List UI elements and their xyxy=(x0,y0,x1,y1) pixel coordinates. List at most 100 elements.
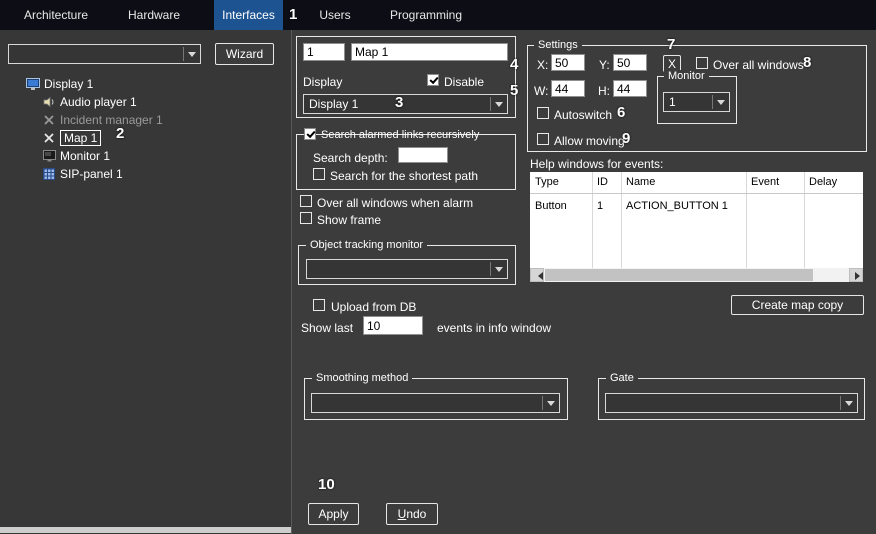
w-field[interactable] xyxy=(551,80,585,97)
tree-item-label: Display 1 xyxy=(44,77,93,91)
wizard-button[interactable]: Wizard xyxy=(215,43,274,65)
tree-item-audio-player[interactable]: Audio player 1 xyxy=(42,93,137,111)
application-window: Architecture Hardware Interfaces Users P… xyxy=(0,0,876,534)
table-gridline xyxy=(621,172,622,268)
over-all-windows-alarm-checkbox[interactable] xyxy=(300,195,312,207)
upload-from-db-checkbox[interactable] xyxy=(313,299,325,311)
tree-item-label: SIP-panel 1 xyxy=(60,167,123,181)
create-map-copy-button[interactable]: Create map copy xyxy=(731,295,864,315)
undo-accelerator: U xyxy=(398,507,407,521)
shortest-path-checkbox[interactable] xyxy=(313,168,325,180)
over-all-windows-checkbox[interactable] xyxy=(696,57,708,69)
x-label: X: xyxy=(537,58,548,72)
monitor-group-label: Monitor xyxy=(664,70,709,82)
over-all-windows-alarm-label: Over all windows when alarm xyxy=(317,196,473,210)
tab-interfaces[interactable]: Interfaces xyxy=(214,0,283,30)
show-last-field[interactable] xyxy=(363,316,423,335)
autoswitch-checkbox[interactable] xyxy=(537,107,549,119)
callout-9: 9 xyxy=(622,130,630,147)
show-last-label: Show last xyxy=(301,321,353,335)
gate-combobox[interactable] xyxy=(605,393,858,413)
tab-programming[interactable]: Programming xyxy=(384,0,468,30)
audio-player-icon xyxy=(42,96,56,108)
tree-horizontal-scrollbar[interactable] xyxy=(0,527,291,533)
tree-item-monitor[interactable]: Monitor 1 xyxy=(42,147,110,165)
show-frame-checkbox[interactable] xyxy=(300,212,312,224)
h-label: H: xyxy=(598,84,610,98)
callout-6: 6 xyxy=(617,104,625,121)
callout-2: 2 xyxy=(116,125,124,142)
monitor-combobox[interactable]: 1 xyxy=(663,92,730,112)
column-header-name: Name xyxy=(626,172,655,193)
help-windows-title: Help windows for events: xyxy=(530,157,663,171)
map-name-field[interactable] xyxy=(351,43,508,61)
preset-combobox[interactable] xyxy=(8,44,201,64)
scroll-thumb[interactable] xyxy=(545,269,813,281)
smoothing-label: Smoothing method xyxy=(312,372,412,384)
disable-checkbox[interactable] xyxy=(427,74,439,86)
search-depth-label: Search depth: xyxy=(313,151,388,165)
search-depth-field[interactable] xyxy=(398,147,448,163)
y-label: Y: xyxy=(599,58,610,72)
callout-3: 3 xyxy=(395,94,403,111)
column-header-id: ID xyxy=(597,172,608,193)
table-gridline xyxy=(804,172,805,268)
display-combobox[interactable]: Display 1 xyxy=(303,94,508,114)
y-field[interactable] xyxy=(613,54,647,71)
column-header-type: Type xyxy=(535,172,559,193)
tree-item-label: Incident manager 1 xyxy=(60,113,163,127)
search-recursive-checkbox[interactable] xyxy=(304,128,316,140)
cell-id: 1 xyxy=(597,198,603,215)
tree-item-map[interactable]: Map 1 xyxy=(42,129,101,147)
autoswitch-label: Autoswitch xyxy=(554,108,612,122)
scroll-right-arrow[interactable] xyxy=(849,268,863,282)
tracking-monitor-label: Object tracking monitor xyxy=(306,239,427,251)
settings-group-label: Settings xyxy=(534,39,582,51)
help-windows-table: Type ID Name Event Delay Button 1 ACTION… xyxy=(530,172,863,268)
table-gridline xyxy=(746,172,747,268)
cell-type: Button xyxy=(535,198,567,215)
x-field[interactable] xyxy=(551,54,585,71)
callout-4: 4 xyxy=(510,56,518,73)
tracking-monitor-combobox[interactable] xyxy=(306,259,508,279)
tree-item-display[interactable]: Display 1 xyxy=(26,75,93,93)
shortest-path-label: Search for the shortest path xyxy=(330,169,478,183)
table-horizontal-scrollbar[interactable] xyxy=(530,268,863,282)
undo-button[interactable]: Undo xyxy=(386,503,438,525)
callout-7: 7 xyxy=(667,36,675,53)
tab-hardware[interactable]: Hardware xyxy=(118,0,190,30)
sip-panel-icon xyxy=(42,168,56,180)
tab-users[interactable]: Users xyxy=(306,0,364,30)
tree-item-incident-manager[interactable]: Incident manager 1 xyxy=(42,111,163,129)
tree-item-sip-panel[interactable]: SIP-panel 1 xyxy=(42,165,123,183)
incident-manager-icon xyxy=(42,115,56,125)
callout-10: 10 xyxy=(318,476,335,493)
map-id-field[interactable] xyxy=(303,43,345,61)
table-header-divider xyxy=(530,193,863,194)
column-header-delay: Delay xyxy=(809,172,837,193)
callout-8: 8 xyxy=(803,54,811,71)
search-recursive-label: Search alarmed links recursively xyxy=(321,128,479,142)
cell-name: ACTION_BUTTON 1 xyxy=(626,198,728,215)
smoothing-combobox[interactable] xyxy=(311,393,560,413)
column-header-event: Event xyxy=(751,172,779,193)
over-all-windows-label: Over all windows xyxy=(713,58,804,72)
monitor-icon xyxy=(42,150,56,162)
w-label: W: xyxy=(534,84,548,98)
map-icon xyxy=(42,133,56,143)
display-label: Display xyxy=(303,75,342,89)
h-field[interactable] xyxy=(613,80,647,97)
allow-moving-checkbox[interactable] xyxy=(537,133,549,145)
scroll-left-arrow[interactable] xyxy=(530,268,544,282)
show-frame-label: Show frame xyxy=(317,213,381,227)
object-tree-panel: Wizard Display 1 Audio player 1 Incident… xyxy=(0,30,292,534)
apply-button[interactable]: Apply xyxy=(308,503,359,525)
callout-5: 5 xyxy=(510,82,518,99)
events-info-label: events in info window xyxy=(437,321,551,335)
callout-1: 1 xyxy=(289,6,297,23)
tree-item-label: Audio player 1 xyxy=(60,95,137,109)
table-gridline xyxy=(592,172,593,268)
tab-architecture[interactable]: Architecture xyxy=(18,0,94,30)
undo-rest: ndo xyxy=(406,507,426,521)
scroll-track[interactable] xyxy=(544,268,849,282)
